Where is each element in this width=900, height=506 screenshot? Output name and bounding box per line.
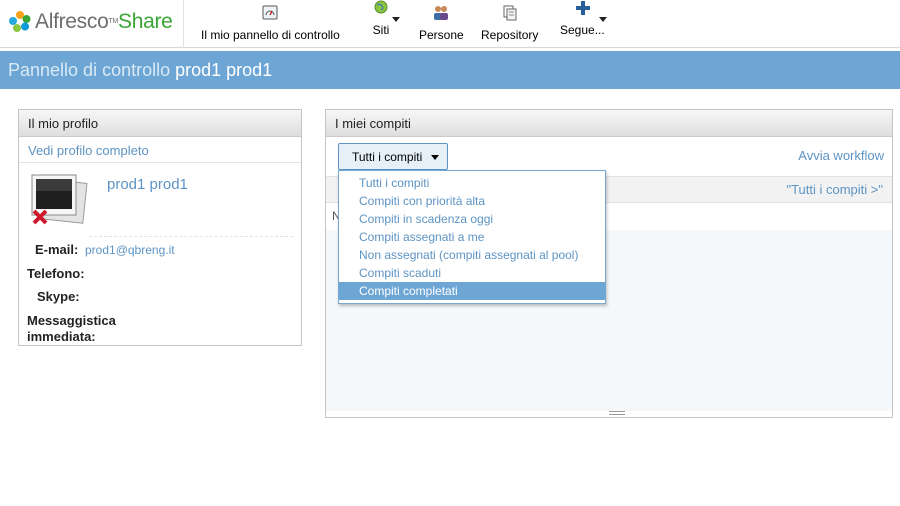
app-header: AlfrescoTMShare Il mio pannello di contr… bbox=[0, 0, 900, 48]
my-tasks-title: I miei compiti bbox=[326, 110, 892, 137]
dashboard-icon bbox=[262, 5, 278, 20]
menu-item-high-priority[interactable]: Compiti con priorità alta bbox=[339, 192, 605, 210]
im-label-line-2: immediata: bbox=[27, 329, 96, 344]
menu-item-assigned-to-me[interactable]: Compiti assegnati a me bbox=[339, 228, 605, 246]
profile-user-name: prod1 prod1 bbox=[107, 176, 188, 193]
people-icon bbox=[434, 6, 449, 20]
view-full-profile-link[interactable]: Vedi profilo completo bbox=[28, 143, 149, 158]
menu-item-due-today[interactable]: Compiti in scadenza oggi bbox=[339, 210, 605, 228]
nav-people-label: Persone bbox=[419, 28, 464, 42]
task-filter-button[interactable]: Tutti i compiti bbox=[338, 143, 448, 170]
menu-item-unassigned[interactable]: Non assegnati (compiti assegnati al pool… bbox=[339, 246, 605, 264]
globe-icon bbox=[374, 0, 388, 14]
page-title: Pannello di controllo prod1 prod1 bbox=[8, 60, 272, 81]
nav-my-dashboard-label: Il mio pannello di controllo bbox=[201, 28, 340, 42]
more-chevron-down-icon[interactable] bbox=[599, 17, 607, 22]
logo-text-alfresco: Alfresco bbox=[35, 10, 109, 33]
avatar-placeholder-icon bbox=[31, 174, 88, 225]
nav-more-label: Segue... bbox=[560, 23, 605, 37]
phone-label: Telefono: bbox=[27, 266, 85, 281]
skype-label: Skype: bbox=[37, 289, 80, 304]
task-filter-menu: Tutti i compiti Compiti con priorità alt… bbox=[338, 170, 606, 304]
alfresco-share-logo[interactable]: AlfrescoTMShare bbox=[8, 8, 173, 36]
nav-my-dashboard[interactable]: Il mio pannello di controllo bbox=[201, 4, 340, 42]
nav-people[interactable]: Persone bbox=[419, 4, 464, 42]
filter-chevron-down-icon bbox=[431, 155, 439, 160]
nav-sites-label: Siti bbox=[372, 23, 390, 37]
alfresco-flower-icon bbox=[9, 11, 31, 32]
dashboard-title-bar: Pannello di controllo prod1 prod1 bbox=[0, 51, 900, 89]
email-value-link[interactable]: prod1@qbreng.it bbox=[85, 243, 175, 257]
page-title-user: prod1 prod1 bbox=[175, 60, 273, 80]
nav-sites[interactable]: Siti bbox=[372, 0, 390, 37]
nav-repository[interactable]: Repository bbox=[481, 4, 538, 42]
nav-repository-label: Repository bbox=[481, 28, 539, 42]
nav-more[interactable]: Segue... bbox=[560, 0, 605, 37]
my-profile-dashlet: Il mio profilo Vedi profilo completo pro… bbox=[18, 109, 302, 346]
logo-trademark: TM bbox=[108, 18, 118, 25]
task-filter-label: Tutti i compiti bbox=[352, 150, 423, 164]
page-title-prefix: Pannello di controllo bbox=[8, 60, 171, 80]
header-divider bbox=[183, 0, 184, 48]
start-workflow-link[interactable]: Avvia workflow bbox=[798, 148, 884, 163]
all-tasks-link[interactable]: "Tutti i compiti >" bbox=[786, 182, 883, 197]
im-label-line-1: Messaggistica bbox=[27, 313, 116, 328]
repository-icon bbox=[503, 5, 517, 21]
logo-text-share: Share bbox=[117, 10, 173, 33]
plus-icon bbox=[576, 1, 590, 15]
my-profile-title: Il mio profilo bbox=[19, 110, 301, 137]
sites-chevron-down-icon[interactable] bbox=[392, 17, 400, 22]
menu-item-overdue[interactable]: Compiti scaduti bbox=[339, 264, 605, 282]
profile-separator bbox=[89, 236, 293, 237]
email-label: E-mail: bbox=[35, 242, 79, 257]
resize-grip-icon[interactable] bbox=[609, 411, 625, 415]
menu-item-all-tasks[interactable]: Tutti i compiti bbox=[339, 174, 605, 192]
menu-item-completed[interactable]: Compiti completati bbox=[339, 282, 605, 300]
